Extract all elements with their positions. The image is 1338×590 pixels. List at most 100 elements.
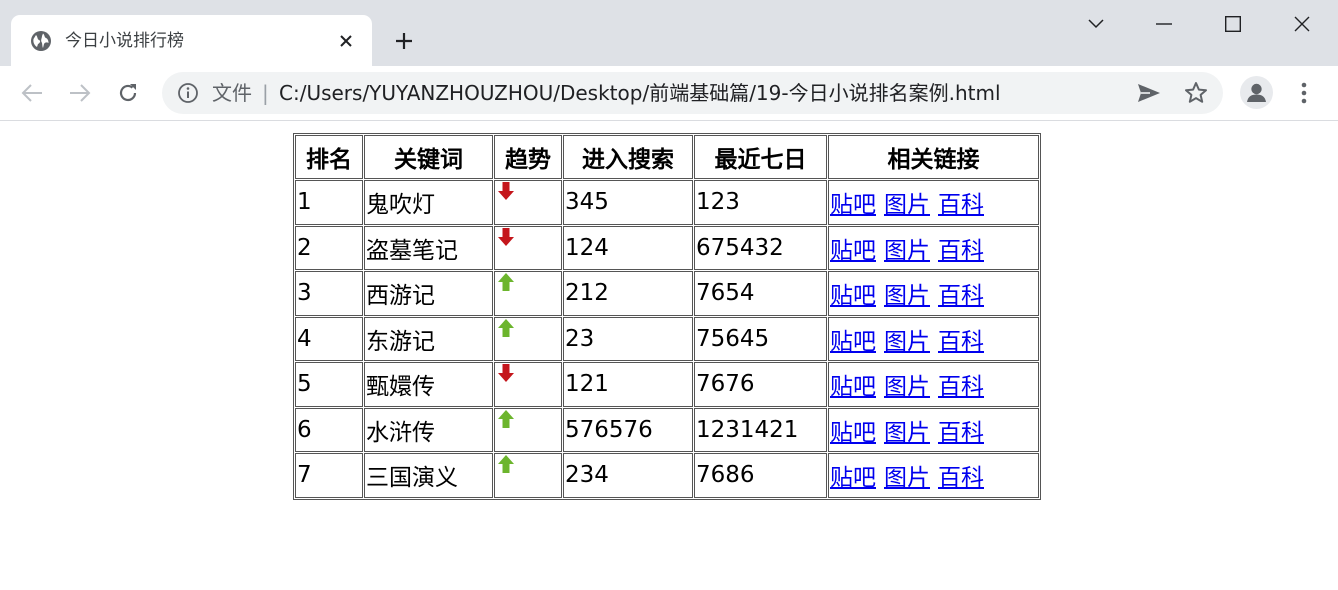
address-bar[interactable]: 文件 | C:/Users/YUYANZHOUZHOU/Desktop/前端基础… xyxy=(162,72,1223,114)
header-related-links: 相关链接 xyxy=(828,135,1039,179)
rank-cell: 4 xyxy=(295,316,363,361)
window-close-icon[interactable] xyxy=(1282,6,1322,42)
tieba-link[interactable]: 贴吧 xyxy=(830,192,876,218)
send-icon[interactable] xyxy=(1136,81,1162,105)
trend-cell xyxy=(494,225,562,270)
trend-cell xyxy=(494,316,562,361)
tieba-link[interactable]: 贴吧 xyxy=(830,465,876,491)
baike-link[interactable]: 百科 xyxy=(938,465,984,491)
baike-link[interactable]: 百科 xyxy=(938,192,984,218)
trend-cell xyxy=(494,407,562,452)
trend-up-arrow-icon xyxy=(498,273,514,291)
trend-cell xyxy=(494,271,562,316)
rank-cell: 5 xyxy=(295,362,363,407)
trend-down-arrow-icon xyxy=(498,227,514,246)
tieba-link[interactable]: 贴吧 xyxy=(830,283,876,309)
address-url[interactable]: C:/Users/YUYANZHOUZHOU/Desktop/前端基础篇/19-… xyxy=(279,81,1001,105)
tieba-link[interactable]: 贴吧 xyxy=(830,420,876,446)
menu-dots-icon[interactable] xyxy=(1292,79,1316,107)
avatar-icon[interactable] xyxy=(1240,76,1273,109)
plus-icon[interactable] xyxy=(390,27,418,55)
search-count-cell: 576576 xyxy=(563,407,693,452)
trend-cell xyxy=(494,180,562,225)
header-last-seven-days: 最近七日 xyxy=(694,135,827,179)
tieba-link[interactable]: 贴吧 xyxy=(830,374,876,400)
header-rank: 排名 xyxy=(295,135,363,179)
search-count-cell: 121 xyxy=(563,362,693,407)
seven-day-count-cell: 7676 xyxy=(694,362,827,407)
globe-icon xyxy=(30,30,52,52)
related-links-cell: 贴吧 图片 百科 xyxy=(828,453,1039,498)
image-link[interactable]: 图片 xyxy=(884,465,930,491)
tab-title: 今日小说排行榜 xyxy=(65,31,184,51)
forward-arrow-icon[interactable] xyxy=(66,79,94,107)
trend-up-arrow-icon xyxy=(498,455,514,473)
related-links-cell: 贴吧 图片 百科 xyxy=(828,225,1039,270)
rank-cell: 7 xyxy=(295,453,363,498)
maximize-icon[interactable] xyxy=(1213,6,1253,42)
image-link[interactable]: 图片 xyxy=(884,329,930,355)
chevron-down-icon[interactable] xyxy=(1076,6,1116,42)
table-row: 4 东游记 23 75645 贴吧 图片 百科 xyxy=(295,316,1039,361)
image-link[interactable]: 图片 xyxy=(884,283,930,309)
baike-link[interactable]: 百科 xyxy=(938,329,984,355)
image-link[interactable]: 图片 xyxy=(884,192,930,218)
related-links-cell: 贴吧 图片 百科 xyxy=(828,180,1039,225)
minimize-icon[interactable] xyxy=(1144,6,1184,42)
table-row: 5 甄嬛传 121 7676 贴吧 图片 百科 xyxy=(295,362,1039,407)
table-row: 2 盗墓笔记 124 675432 贴吧 图片 百科 xyxy=(295,225,1039,270)
trend-up-arrow-icon xyxy=(498,409,514,428)
related-links-cell: 贴吧 图片 百科 xyxy=(828,316,1039,361)
close-icon[interactable] xyxy=(334,29,358,53)
table-row: 6 水浒传 576576 1231421 贴吧 图片 百科 xyxy=(295,407,1039,452)
image-link[interactable]: 图片 xyxy=(884,420,930,446)
trend-up-arrow-icon xyxy=(498,318,514,337)
baike-link[interactable]: 百科 xyxy=(938,238,984,264)
table-body: 1 鬼吹灯 345 123 贴吧 图片 百科 2 盗墓笔记 124 675432 贴吧 图片 百科 3 西游记… xyxy=(295,180,1039,498)
image-link[interactable]: 图片 xyxy=(884,238,930,264)
related-links-cell: 贴吧 图片 百科 xyxy=(828,271,1039,316)
image-link[interactable]: 图片 xyxy=(884,374,930,400)
tieba-link[interactable]: 贴吧 xyxy=(830,329,876,355)
trend-down-arrow-icon xyxy=(498,364,514,382)
page-content: 排名 关键词 趋势 进入搜索 最近七日 相关链接 1 鬼吹灯 345 123 贴吧 图片百… xyxy=(0,121,1338,590)
reload-icon[interactable] xyxy=(114,79,142,107)
keyword-cell: 甄嬛传 xyxy=(364,362,493,407)
search-count-cell: 124 xyxy=(563,225,693,270)
table-row: 3 西游记 212 7654 贴吧 图片 百科 xyxy=(295,271,1039,316)
address-separator: | xyxy=(262,81,269,105)
keyword-cell: 东游记 xyxy=(364,316,493,361)
trend-cell xyxy=(494,453,562,498)
related-links-cell: 贴吧 图片 百科 xyxy=(828,407,1039,452)
info-icon[interactable] xyxy=(177,82,199,104)
search-count-cell: 234 xyxy=(563,453,693,498)
keyword-cell: 西游记 xyxy=(364,271,493,316)
header-keyword: 关键词 xyxy=(364,135,493,179)
star-icon[interactable] xyxy=(1183,80,1209,106)
table-row: 1 鬼吹灯 345 123 贴吧 图片 百科 xyxy=(295,180,1039,225)
related-links-cell: 贴吧 图片 百科 xyxy=(828,362,1039,407)
novel-ranking-table: 排名 关键词 趋势 进入搜索 最近七日 相关链接 1 鬼吹灯 345 123 贴吧 图片百… xyxy=(293,133,1041,500)
browser-tab[interactable]: 今日小说排行榜 xyxy=(11,15,372,66)
address-scheme: 文件 xyxy=(212,81,252,105)
baike-link[interactable]: 百科 xyxy=(938,374,984,400)
header-trend: 趋势 xyxy=(494,135,562,179)
seven-day-count-cell: 75645 xyxy=(694,316,827,361)
table-header-row: 排名 关键词 趋势 进入搜索 最近七日 相关链接 xyxy=(295,135,1039,179)
keyword-cell: 盗墓笔记 xyxy=(364,225,493,270)
keyword-cell: 三国演义 xyxy=(364,453,493,498)
trend-down-arrow-icon xyxy=(498,182,514,200)
seven-day-count-cell: 123 xyxy=(694,180,827,225)
search-count-cell: 23 xyxy=(563,316,693,361)
back-arrow-icon[interactable] xyxy=(18,79,46,107)
header-search: 进入搜索 xyxy=(563,135,693,179)
rank-cell: 3 xyxy=(295,271,363,316)
seven-day-count-cell: 1231421 xyxy=(694,407,827,452)
rank-cell: 2 xyxy=(295,225,363,270)
baike-link[interactable]: 百科 xyxy=(938,283,984,309)
tieba-link[interactable]: 贴吧 xyxy=(830,238,876,264)
seven-day-count-cell: 675432 xyxy=(694,225,827,270)
search-count-cell: 212 xyxy=(563,271,693,316)
baike-link[interactable]: 百科 xyxy=(938,420,984,446)
table-row: 7 三国演义 234 7686 贴吧 图片 百科 xyxy=(295,453,1039,498)
